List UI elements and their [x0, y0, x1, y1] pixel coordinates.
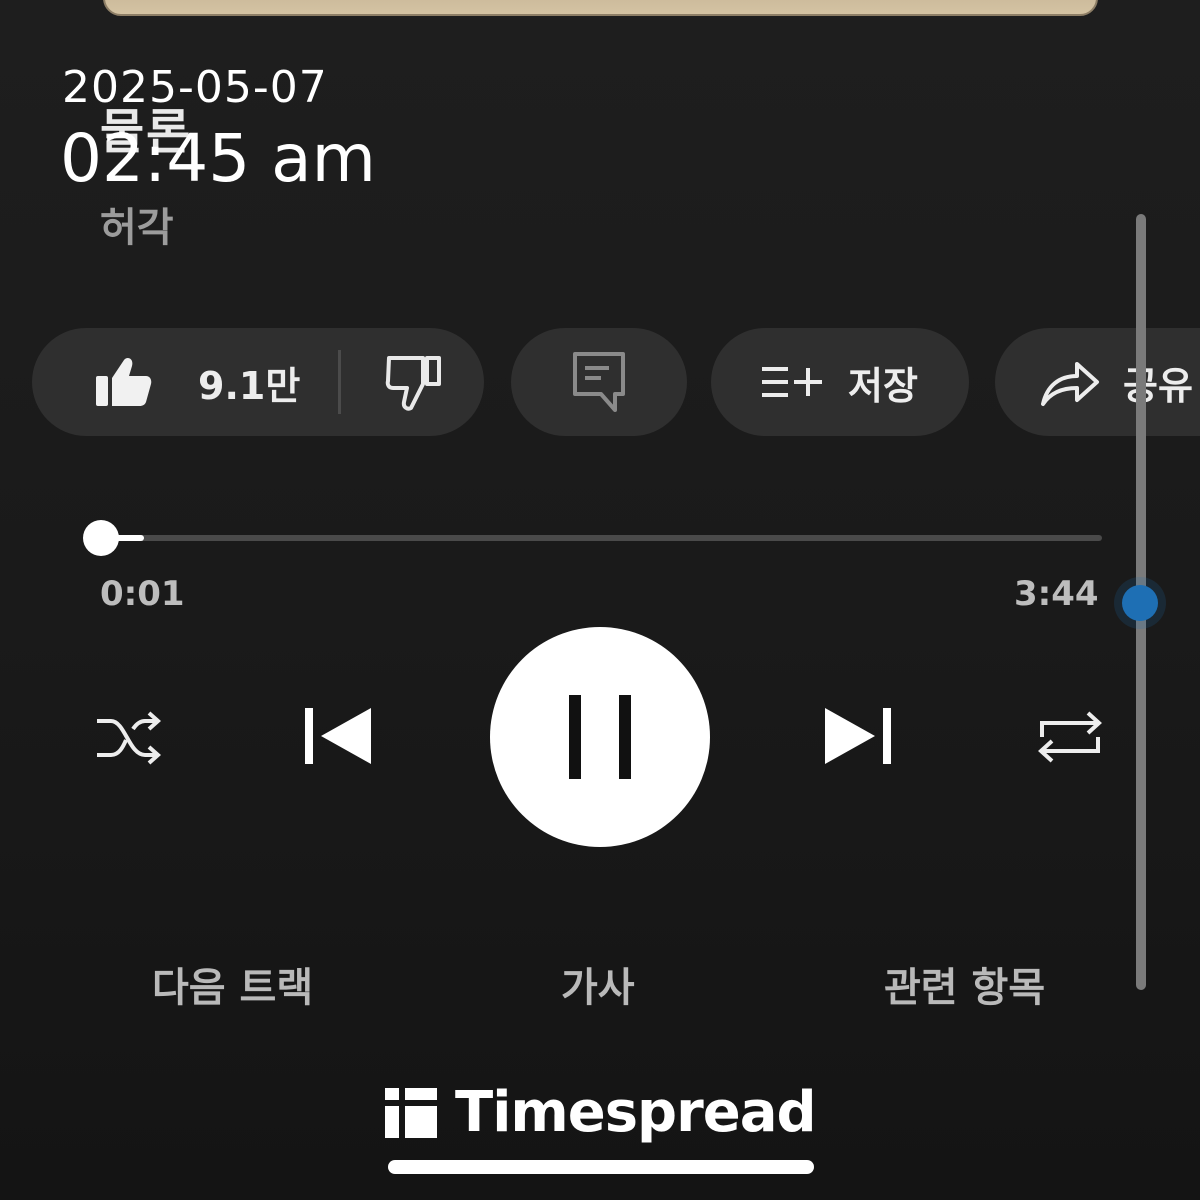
skip-previous-icon — [305, 708, 371, 764]
like-button[interactable]: 9.1만 — [94, 355, 300, 410]
timespread-logo-icon — [385, 1087, 437, 1138]
shuffle-button[interactable] — [95, 707, 163, 773]
seek-thumb[interactable] — [83, 520, 119, 556]
pill-divider — [338, 350, 342, 414]
scrollbar-handle[interactable] — [1122, 585, 1158, 621]
dislike-button[interactable] — [383, 352, 443, 412]
timestamp-date: 2025-05-07 — [62, 62, 328, 113]
share-label: 공유 — [1123, 363, 1193, 408]
brand-name: Timespread — [455, 1080, 817, 1145]
tab-next-track[interactable]: 다음 트랙 — [152, 955, 313, 1013]
next-button[interactable] — [823, 706, 893, 770]
like-dislike-pill: 9.1만 — [32, 328, 484, 436]
brand-watermark: Timespread — [385, 1080, 817, 1145]
like-count: 9.1만 — [198, 363, 301, 408]
timestamp-time: 02:45 am — [60, 120, 376, 197]
repeat-button[interactable] — [1036, 707, 1104, 771]
player-screen: 물론 허각 2025-05-07 02:45 am 9.1만 저장 공유 0:0… — [0, 0, 1200, 1200]
shuffle-icon — [97, 711, 162, 765]
save-button[interactable]: 저장 — [711, 328, 969, 436]
tab-lyrics[interactable]: 가사 — [561, 955, 635, 1013]
skip-next-icon — [825, 708, 891, 764]
seek-bar[interactable] — [100, 535, 1102, 541]
thumbs-up-icon — [94, 356, 152, 408]
share-button[interactable]: 공유 — [995, 328, 1200, 436]
pause-icon — [569, 695, 631, 779]
artist-name[interactable]: 허각 — [100, 195, 174, 253]
comment-button[interactable] — [511, 328, 687, 436]
share-arrow-icon — [1041, 362, 1099, 406]
pause-button[interactable] — [490, 627, 710, 847]
comment-icon — [573, 352, 625, 412]
repeat-icon — [1038, 711, 1102, 763]
elapsed-time: 0:01 — [100, 574, 185, 614]
tab-related[interactable]: 관련 항목 — [884, 955, 1045, 1013]
playlist-add-icon — [762, 367, 823, 397]
total-duration: 3:44 — [1014, 574, 1099, 614]
save-label: 저장 — [848, 363, 918, 408]
home-indicator[interactable] — [388, 1160, 814, 1174]
thumbs-down-icon — [386, 356, 442, 411]
previous-button[interactable] — [303, 706, 373, 770]
album-art[interactable] — [103, 0, 1098, 16]
